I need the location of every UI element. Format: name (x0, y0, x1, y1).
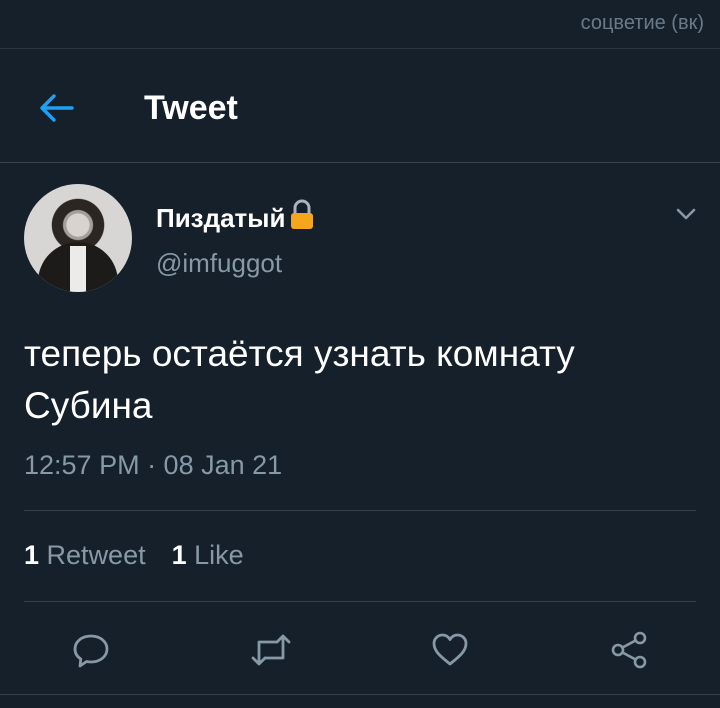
share-button[interactable] (607, 628, 651, 672)
share-icon (611, 631, 647, 669)
stats-divider-top (24, 510, 696, 511)
like-label: Like (194, 540, 244, 570)
retweet-label: Retweet (46, 540, 146, 570)
reply-icon (73, 634, 109, 668)
header-divider (0, 162, 720, 163)
tweet-timestamp: 12:57 PM · 08 Jan 21 (24, 450, 283, 480)
lock-icon (289, 199, 315, 237)
retweet-button[interactable] (249, 628, 293, 672)
author-name: Пиздатый (156, 203, 286, 233)
heart-icon (432, 633, 468, 666)
bottom-divider (0, 694, 720, 695)
like-count: 1 (171, 540, 187, 570)
retweet-icon (251, 634, 291, 666)
author-name-row[interactable]: Пиздатый (156, 199, 315, 237)
tweet-text: теперь остаётся узнать комнату Субина (24, 333, 575, 426)
retweet-stat[interactable]: 1 Retweet (24, 538, 146, 572)
retweet-count: 1 (24, 540, 40, 570)
reply-button[interactable] (69, 628, 113, 672)
author-handle[interactable]: @imfuggot (156, 248, 282, 278)
like-button[interactable] (428, 628, 472, 672)
watermark: соцветие (вк) (580, 12, 704, 34)
stats-divider-bottom (24, 601, 696, 602)
more-options-button[interactable] (674, 202, 698, 226)
page-title: Tweet (144, 89, 238, 127)
back-button[interactable] (36, 88, 76, 128)
header-bar: Tweet (0, 48, 720, 162)
arrow-left-icon (40, 94, 74, 122)
like-stat[interactable]: 1 Like (172, 538, 244, 572)
chevron-down-icon (676, 208, 696, 220)
avatar[interactable] (24, 184, 132, 292)
tweet-stats: 1 Retweet 1 Like (24, 538, 244, 572)
action-bar (0, 620, 720, 680)
